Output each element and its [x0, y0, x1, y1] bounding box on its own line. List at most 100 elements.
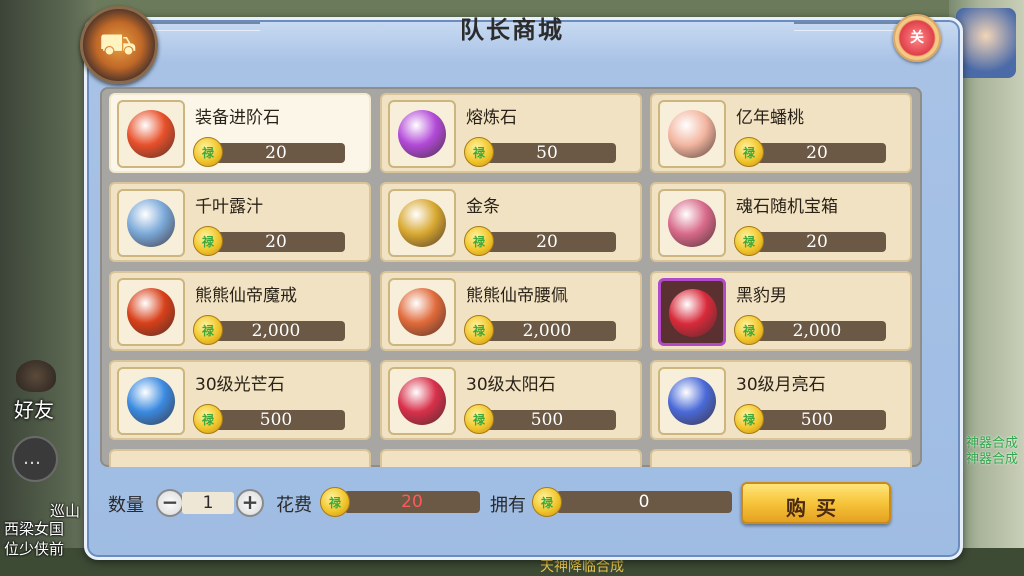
peach-icon [668, 110, 716, 158]
item-name: 30级太阳石 [466, 375, 556, 395]
item-icon-frame [117, 189, 185, 257]
item-card[interactable]: 熊熊仙帝魔戒 2,000 禄 [109, 271, 371, 351]
vase-icon [127, 199, 175, 247]
item-price: 20 [265, 232, 287, 252]
chat-button[interactable]: … [12, 436, 58, 482]
item-card[interactable]: 30级光芒石 500 禄 [109, 360, 371, 440]
buy-label: 购买 [786, 496, 846, 520]
owned-label: 拥有 [490, 495, 526, 516]
friend-icon [16, 360, 56, 392]
item-price: 2,000 [522, 321, 572, 341]
side-text-3: 位少侠前 [4, 540, 65, 558]
cart-emblem-icon: ⛟ [80, 6, 158, 84]
item-name: 熔炼石 [466, 108, 517, 128]
decrease-quantity-button[interactable]: − [156, 489, 184, 517]
item-icon-frame [388, 189, 456, 257]
heart-icon [669, 289, 717, 337]
item-name: 装备进阶石 [195, 108, 280, 128]
item-card[interactable]: 装备进阶石 20 禄 [109, 93, 371, 173]
pendant-icon [398, 288, 446, 336]
ring-icon [127, 288, 175, 336]
item-price-bar: 2,000 [478, 321, 616, 341]
item-name: 30级光芒石 [195, 375, 285, 395]
increase-quantity-button[interactable]: + [236, 489, 264, 517]
item-grid[interactable]: 装备进阶石 20 禄熔炼石 50 禄亿年蟠桃 20 禄千叶露汁 20 禄金条 20 禄魂石随机宝箱 2… [100, 87, 922, 467]
item-card-partial[interactable] [380, 449, 642, 467]
item-price-bar: 2,000 [748, 321, 886, 341]
chat-bubble-icon: … [23, 448, 41, 469]
red-swirl-orb-icon [398, 377, 446, 425]
item-name: 亿年蟠桃 [736, 108, 804, 128]
treasure-chest-icon [668, 199, 716, 247]
purple-orb-icon [398, 110, 446, 158]
cost-label: 花费 [276, 495, 312, 516]
item-icon-frame [117, 278, 185, 346]
close-button[interactable]: 关 [893, 14, 941, 62]
item-card-partial[interactable] [650, 449, 912, 467]
blue-crystal-icon [127, 377, 175, 425]
orange-orb-icon [127, 110, 175, 158]
item-price: 50 [536, 143, 558, 163]
item-icon-frame [658, 100, 726, 168]
item-price-bar: 500 [748, 410, 886, 430]
item-card[interactable]: 千叶露汁 20 禄 [109, 182, 371, 262]
coin-icon: 禄 [464, 137, 494, 167]
plus-icon: + [241, 490, 259, 514]
friend-label: 好友 [14, 398, 54, 422]
friend-button[interactable]: 好友 [6, 360, 66, 422]
coin-icon: 禄 [464, 404, 494, 434]
item-name: 千叶露汁 [195, 197, 263, 217]
item-card[interactable]: 亿年蟠桃 20 禄 [650, 93, 912, 173]
minus-icon: − [161, 490, 179, 514]
item-card[interactable]: 熔炼石 50 禄 [380, 93, 642, 173]
item-card-partial[interactable] [109, 449, 371, 467]
item-price-bar: 50 [478, 143, 616, 163]
item-icon-frame [388, 278, 456, 346]
item-price-bar: 20 [748, 143, 886, 163]
coin-icon: 禄 [464, 315, 494, 345]
buy-button[interactable]: 购买 [741, 482, 891, 524]
item-icon-frame [658, 367, 726, 435]
item-card[interactable]: 黑豹男 2,000 禄 [650, 271, 912, 351]
coin-icon: 禄 [193, 137, 223, 167]
item-card[interactable]: 30级月亮石 500 禄 [650, 360, 912, 440]
item-name: 熊熊仙帝腰佩 [466, 286, 568, 306]
item-icon-frame [117, 367, 185, 435]
item-price: 20 [536, 232, 558, 252]
item-price: 2,000 [251, 321, 301, 341]
gold-bar-icon [398, 199, 446, 247]
item-price-bar: 20 [207, 143, 345, 163]
side-text-2: 西梁女国 [4, 520, 65, 538]
game-background-left [0, 0, 95, 576]
item-card[interactable]: 30级太阳石 500 禄 [380, 360, 642, 440]
coin-icon: 禄 [734, 404, 764, 434]
item-price: 500 [530, 410, 564, 430]
coin-icon: 禄 [193, 404, 223, 434]
owned-value: 0 [638, 492, 650, 512]
item-price: 500 [800, 410, 834, 430]
item-icon-frame [117, 100, 185, 168]
owned-field: 0 [556, 491, 732, 513]
item-price: 2,000 [792, 321, 842, 341]
crescent-moon-icon [668, 377, 716, 425]
coin-icon: 禄 [193, 226, 223, 256]
item-price: 20 [806, 232, 828, 252]
item-card[interactable]: 魂石随机宝箱 20 禄 [650, 182, 912, 262]
cost-field: 20 [344, 491, 480, 513]
cost-coin-icon: 禄 [320, 487, 350, 517]
coin-icon: 禄 [193, 315, 223, 345]
item-name: 熊熊仙帝魔戒 [195, 286, 297, 306]
coin-icon: 禄 [464, 226, 494, 256]
item-price-bar: 500 [207, 410, 345, 430]
item-name: 30级月亮石 [736, 375, 826, 395]
item-card[interactable]: 熊熊仙帝腰佩 2,000 禄 [380, 271, 642, 351]
item-card[interactable]: 金条 20 禄 [380, 182, 642, 262]
item-name: 魂石随机宝箱 [736, 197, 838, 217]
quantity-label: 数量 [108, 495, 144, 516]
item-price: 20 [265, 143, 287, 163]
item-name: 金条 [466, 197, 500, 217]
item-price-bar: 2,000 [207, 321, 345, 341]
item-icon-frame [658, 278, 726, 346]
quantity-field[interactable]: 1 [182, 492, 234, 514]
coin-icon: 禄 [734, 137, 764, 167]
